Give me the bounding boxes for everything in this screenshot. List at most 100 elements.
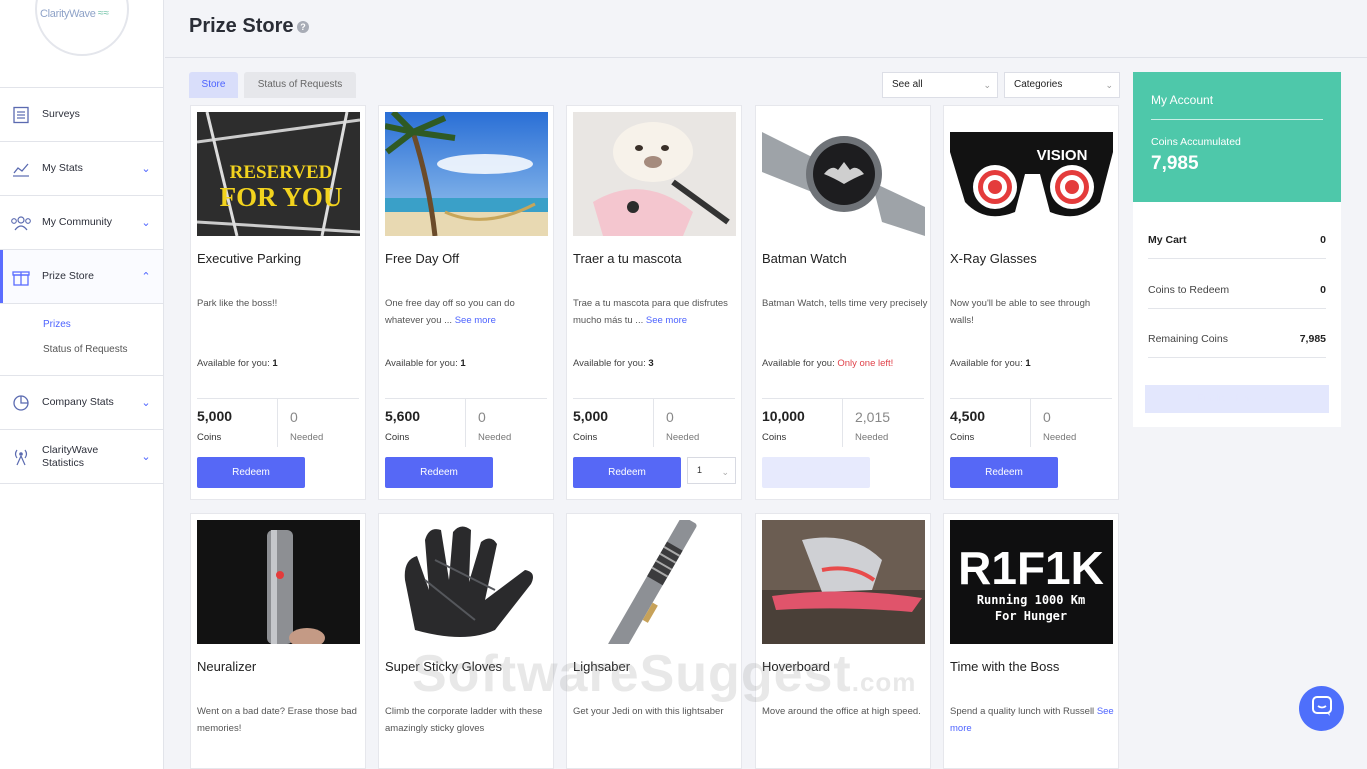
- sidebar-item-claritywave-statistics[interactable]: ClarityWave Statistics ⌄: [0, 430, 163, 484]
- availability-label: Available for you:: [573, 358, 646, 369]
- chevron-down-icon: ⌄: [721, 467, 729, 477]
- remaining-coins-row: Remaining Coins 7,985: [1148, 308, 1326, 358]
- hoverboard-image: [762, 520, 925, 644]
- quantity-select[interactable]: 1 ⌄: [687, 457, 736, 484]
- quantity-value: 1: [697, 465, 703, 475]
- product-description: Batman Watch, tells time very precisely: [762, 296, 928, 313]
- see-all-dropdown[interactable]: See all ⌄: [882, 72, 998, 98]
- chat-launcher-button[interactable]: [1299, 686, 1344, 731]
- prize-card: Lighsaber Get your Jedi on with this lig…: [566, 513, 742, 769]
- help-icon[interactable]: ?: [297, 21, 309, 33]
- sidebar-item-surveys[interactable]: Surveys: [0, 88, 163, 142]
- product-image: [385, 520, 548, 644]
- redeem-button[interactable]: Redeem: [950, 457, 1058, 488]
- product-image: [385, 112, 548, 236]
- chevron-down-icon[interactable]: ⌄: [139, 396, 153, 409]
- finalize-purchase-button[interactable]: Finalize Purchase: [1145, 385, 1329, 413]
- tab-store[interactable]: Store: [189, 72, 238, 98]
- account-header: My Account Coins Accumulated 7,985: [1133, 72, 1341, 202]
- sidebar-item-my-community[interactable]: My Community ⌄: [0, 196, 163, 250]
- sidebar-item-my-stats[interactable]: My Stats ⌄: [0, 142, 163, 196]
- chat-icon: [1311, 695, 1333, 722]
- chevron-down-icon[interactable]: ⌄: [139, 216, 153, 229]
- product-name: Neuralizer: [197, 659, 257, 674]
- parking-image: RESERVED FOR YOU: [197, 112, 360, 236]
- parking-text-bottom: FOR YOU: [220, 182, 343, 212]
- availability-value: 1: [460, 358, 466, 369]
- chevron-up-icon[interactable]: ⌃: [139, 270, 153, 283]
- description-text: Get your Jedi on with this lightsaber: [573, 706, 724, 717]
- prize-card: Neuralizer Went on a bad date? Erase tho…: [190, 513, 366, 769]
- divider: [385, 398, 547, 399]
- availability-warning: Only one left!: [837, 358, 894, 369]
- tab-status-of-requests[interactable]: Status of Requests: [244, 72, 356, 98]
- product-image: [762, 520, 925, 644]
- my-cart-label: My Cart: [1148, 234, 1187, 246]
- divider: [653, 399, 654, 447]
- pet-image: [573, 112, 736, 236]
- sidebar-item-prize-store[interactable]: Prize Store ⌃: [0, 250, 163, 304]
- divider: [842, 399, 843, 447]
- subnav-item-prizes[interactable]: Prizes: [43, 312, 163, 337]
- divider: [465, 399, 466, 447]
- product-image: [762, 112, 925, 236]
- coins-accumulated-value: 7,985: [1151, 153, 1199, 174]
- my-cart-row[interactable]: My Cart 0: [1148, 209, 1326, 259]
- chevron-down-icon[interactable]: ⌄: [139, 162, 153, 175]
- coins-needed-label: Needed: [290, 432, 324, 443]
- description-text: Park like the boss!!: [197, 298, 278, 309]
- watch-image: [762, 112, 925, 236]
- description-text: Move around the office at high speed.: [762, 706, 921, 717]
- page-header: Prize Store ?: [165, 0, 1367, 58]
- see-more-link[interactable]: See more: [646, 315, 687, 326]
- sidebar-item-company-stats[interactable]: Company Stats ⌄: [0, 376, 163, 430]
- description-text: Went on a bad date? Erase those bad memo…: [197, 706, 357, 734]
- redeem-button[interactable]: Redeem: [385, 457, 493, 488]
- neuralizer-image: [197, 520, 360, 644]
- r1f1k-image: R1F1K Running 1000 Km For Hunger: [950, 520, 1113, 644]
- account-panel: My Account Coins Accumulated 7,985 My Ca…: [1133, 72, 1341, 427]
- logo-area: ClarityWave ≈≈: [0, 0, 163, 88]
- product-image: RESERVED FOR YOU: [197, 112, 360, 236]
- coins-needed-label: Needed: [666, 432, 700, 443]
- categories-dropdown[interactable]: Categories ⌄: [1004, 72, 1120, 98]
- coins-needed-label: Needed: [478, 432, 512, 443]
- sidebar-item-label: Prize Store: [42, 270, 94, 282]
- r1f1k-line2: For Hunger: [995, 609, 1067, 623]
- product-name: Super Sticky Gloves: [385, 659, 503, 674]
- parking-text-top: RESERVED: [230, 162, 333, 183]
- redeem-button[interactable]: Redeem: [573, 457, 681, 488]
- sidebar-item-label: Surveys: [42, 108, 80, 120]
- coins-accumulated-label: Coins Accumulated: [1151, 136, 1241, 148]
- glasses-image: VISION: [950, 112, 1113, 236]
- availability-label: Available for you:: [762, 358, 835, 369]
- coins-needed-label: Needed: [855, 432, 889, 443]
- see-more-link[interactable]: See more: [455, 315, 496, 326]
- prize-card: Super Sticky Gloves Climb the corporate …: [378, 513, 554, 769]
- chevron-down-icon[interactable]: ⌄: [139, 450, 153, 463]
- availability-label: Available for you:: [950, 358, 1023, 369]
- subnav-item-status-of-requests[interactable]: Status of Requests: [43, 337, 163, 362]
- coins-needed: 0: [1043, 409, 1051, 425]
- coin-cost: 5,000: [197, 408, 233, 424]
- redeem-button-disabled[interactable]: Redeem: [762, 457, 870, 488]
- r1f1k-line1: Running 1000 Km: [977, 593, 1085, 607]
- glasses-text: VISION: [1037, 147, 1088, 164]
- availability-label: Available for you:: [385, 358, 458, 369]
- coins-needed: 2,015: [855, 409, 891, 425]
- coins-to-redeem-label: Coins to Redeem: [1148, 284, 1230, 296]
- availability-label: Available for you:: [197, 358, 270, 369]
- product-image: [197, 520, 360, 644]
- lightsaber-image: [573, 520, 736, 644]
- product-name: Lighsaber: [573, 659, 631, 674]
- divider: [1030, 399, 1031, 447]
- broadcast-icon: [10, 446, 32, 468]
- product-name: Time with the Boss: [950, 659, 1060, 674]
- coin-cost: 5,600: [385, 408, 421, 424]
- sidebar: ClarityWave ≈≈ Surveys My Stats ⌄ My Com…: [0, 0, 164, 769]
- divider: [277, 399, 278, 447]
- product-name: Batman Watch: [762, 251, 847, 266]
- redeem-button[interactable]: Redeem: [197, 457, 305, 488]
- prize-card: VISION X-Ray Glasses Now you'll be able …: [943, 105, 1119, 500]
- description-text: Spend a quality lunch with Russell: [950, 706, 1095, 717]
